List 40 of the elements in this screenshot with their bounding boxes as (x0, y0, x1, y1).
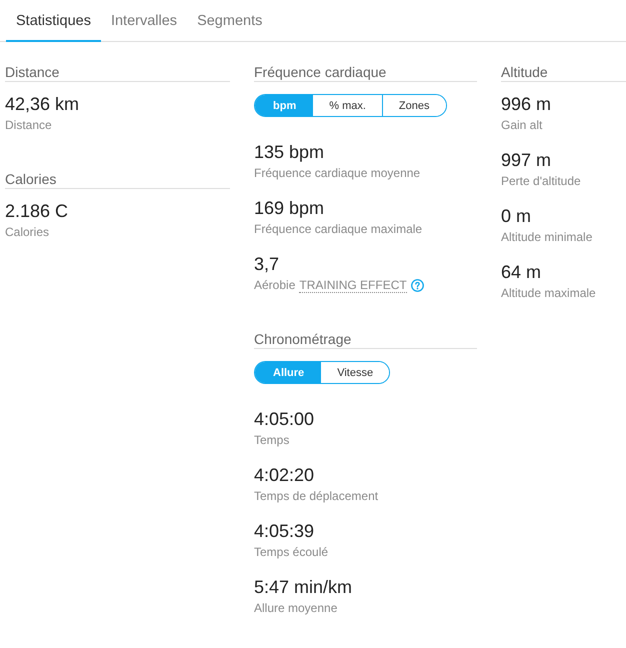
stat-value: 5:47 min/km (254, 576, 354, 599)
stat-label: Gain alt (501, 117, 542, 134)
section-title: Altitude (501, 63, 626, 82)
stat-label: Allure moyenne (254, 600, 338, 617)
stat-value: 4:05:39 (254, 520, 316, 543)
info-link[interactable]: TRAINING EFFECT (299, 278, 407, 292)
toggle-option[interactable]: Vitesse (320, 362, 390, 383)
tab[interactable]: Segments (187, 0, 272, 42)
toggle-option[interactable]: bpm (255, 95, 312, 116)
help-icon[interactable] (410, 278, 424, 292)
section-title: Chronométrage (254, 330, 477, 349)
stat-label: Temps écoulé (254, 544, 328, 561)
stat-label: Fréquence cardiaque moyenne (254, 165, 420, 182)
stat-label: Calories (5, 224, 50, 241)
stat-label: Fréquence cardiaque maximale (254, 221, 422, 238)
section-title: Fréquence cardiaque (254, 63, 477, 82)
tab[interactable]: Statistiques (6, 0, 101, 42)
stat-value: 997 m (501, 149, 552, 172)
section-title: Distance (5, 63, 230, 82)
stat-value: 996 m (501, 93, 552, 116)
stat-label: Altitude minimale (501, 229, 592, 246)
stat-value: 42,36 km (5, 93, 80, 116)
stat-label: Temps (254, 432, 290, 449)
stat-label: Temps de déplacement (254, 488, 378, 505)
stat-label: Perte d'altitude (501, 173, 581, 190)
tab[interactable]: Intervalles (100, 0, 188, 42)
stat-label: Altitude maximale (501, 285, 596, 302)
stat-label: Distance (5, 117, 52, 134)
stat-value: 3,7 (254, 253, 280, 276)
toggle-option[interactable]: Allure (255, 362, 320, 383)
stat-label: Aérobie (254, 277, 296, 294)
stat-value: 2.186 C (5, 200, 70, 223)
stat-value: 135 bpm (254, 141, 326, 164)
stat-value: 4:02:20 (254, 464, 316, 487)
section-title: Calories (5, 170, 230, 189)
stat-value: 0 m (501, 205, 532, 228)
stat-value: 169 bpm (254, 197, 326, 220)
stat-value: 4:05:00 (254, 408, 316, 431)
toggle-option[interactable]: Zones (382, 95, 446, 116)
stat-value: 64 m (501, 261, 542, 284)
